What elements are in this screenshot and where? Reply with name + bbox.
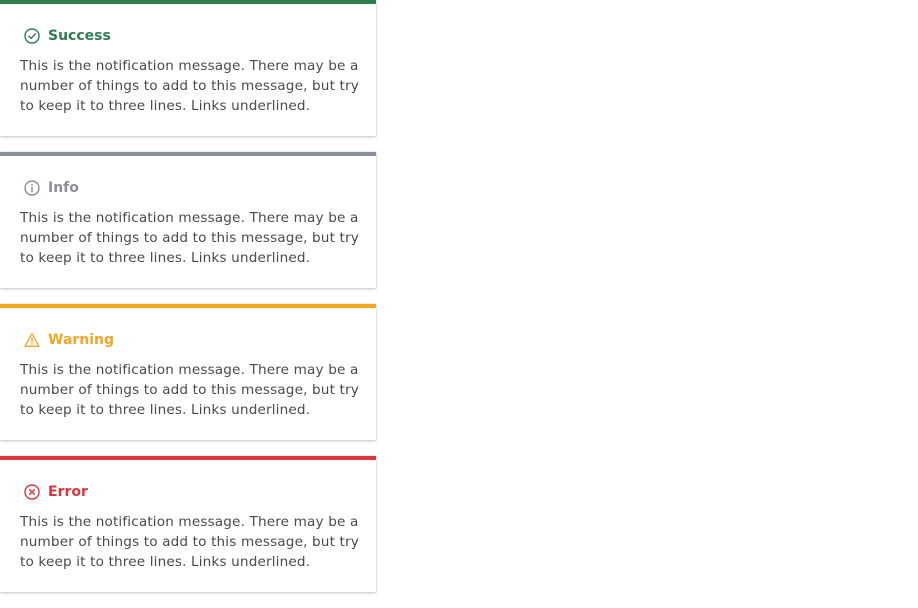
warning-triangle-icon xyxy=(24,332,40,348)
notification-message: This is the notification message. There … xyxy=(20,210,359,266)
notification-title: Success xyxy=(48,28,111,44)
notification-message: This is the notification message. There … xyxy=(20,58,359,114)
check-circle-icon xyxy=(24,28,40,44)
notification-header: Success xyxy=(24,27,111,45)
notification-info: Info This is the notification message. T… xyxy=(0,152,376,288)
notification-success: Success This is the notification message… xyxy=(0,0,376,136)
notification-warning: Warning This is the notification message… xyxy=(0,304,376,440)
notification-title: Info xyxy=(48,180,79,196)
notification-title: Error xyxy=(48,484,88,500)
notification-stack: Success This is the notification message… xyxy=(0,0,376,608)
notification-header: Error xyxy=(24,483,88,501)
notification-header: Info xyxy=(24,179,79,197)
notification-title: Warning xyxy=(48,332,115,348)
error-circle-icon xyxy=(24,484,40,500)
notification-message: This is the notification message. There … xyxy=(20,362,359,418)
notification-error: Error This is the notification message. … xyxy=(0,456,376,592)
notification-header: Warning xyxy=(24,331,114,349)
info-circle-icon xyxy=(24,180,40,196)
notification-message: This is the notification message. There … xyxy=(20,514,359,570)
